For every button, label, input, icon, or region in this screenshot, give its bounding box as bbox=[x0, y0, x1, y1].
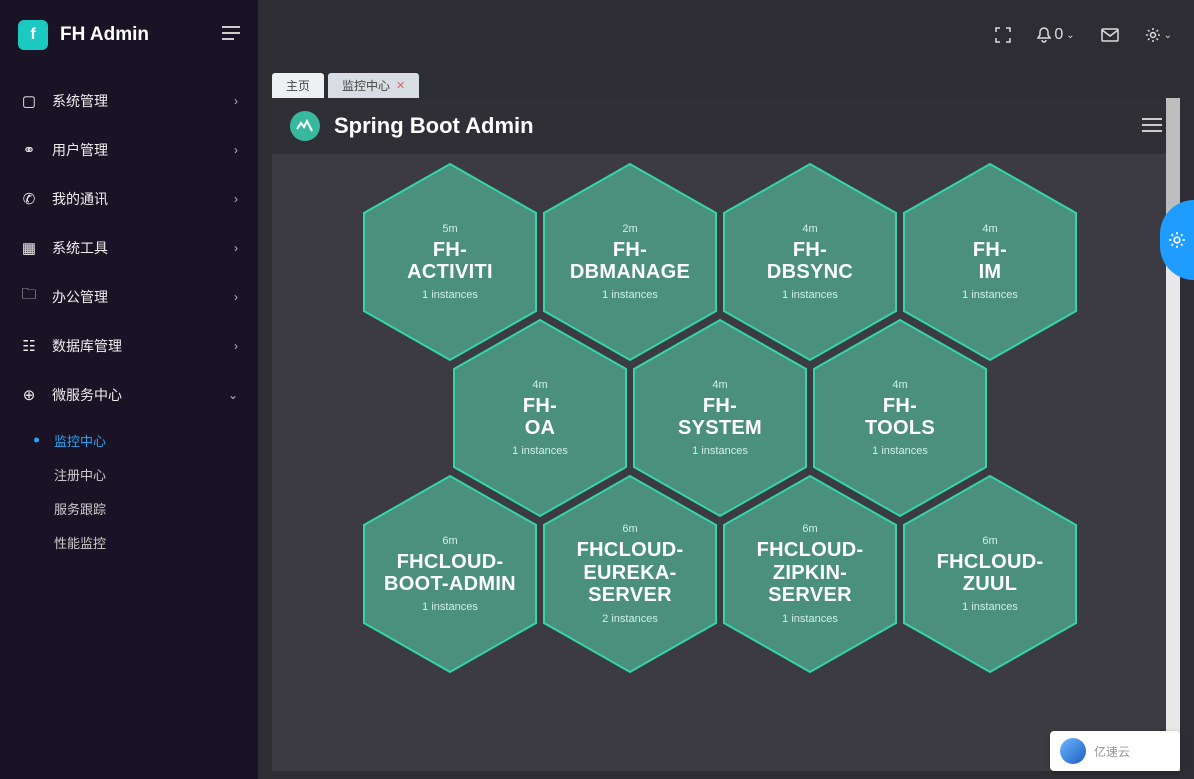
service-instances: 1 instances bbox=[872, 445, 928, 457]
sidebar-item-label: 我的通讯 bbox=[52, 189, 108, 209]
service-uptime: 6m bbox=[622, 523, 637, 535]
service-uptime: 6m bbox=[982, 535, 997, 547]
grid-icon: ▦ bbox=[20, 239, 38, 257]
chat-widget[interactable]: 亿速云 bbox=[1050, 731, 1180, 771]
sidebar: f FH Admin ▢ 系统管理 › ⚭ 用户管理 › ✆ 我的通讯 › ▦ … bbox=[0, 0, 258, 779]
chevron-right-icon: › bbox=[234, 339, 238, 353]
brand-title: FH Admin bbox=[60, 24, 149, 46]
service-uptime: 2m bbox=[622, 223, 637, 235]
mail-icon[interactable] bbox=[1101, 28, 1119, 42]
chat-brand-label: 亿速云 bbox=[1094, 743, 1130, 760]
scrollbar-track[interactable] bbox=[1166, 98, 1180, 771]
sidebar-item-system-manage[interactable]: ▢ 系统管理 › bbox=[0, 76, 258, 125]
service-instances: 1 instances bbox=[512, 445, 568, 457]
tab-home[interactable]: 主页 bbox=[272, 73, 324, 98]
sidebar-item-label: 微服务中心 bbox=[52, 385, 122, 405]
sidebar-item-database-manage[interactable]: ☷ 数据库管理 › bbox=[0, 321, 258, 370]
brand-logo-icon: f bbox=[18, 20, 48, 50]
sidebar-item-label: 数据库管理 bbox=[52, 336, 122, 356]
sidebar-sub-registry-center[interactable]: 注册中心 bbox=[0, 457, 258, 491]
hamburger-icon[interactable] bbox=[1142, 115, 1162, 138]
service-instances: 1 instances bbox=[602, 289, 658, 301]
service-name: FH-TOOLS bbox=[865, 395, 935, 440]
sidebar-item-office-manage[interactable]: 🗀 办公管理 › bbox=[0, 272, 258, 321]
settings-button[interactable]: ⌄ bbox=[1145, 27, 1172, 43]
fullscreen-icon[interactable] bbox=[995, 27, 1011, 43]
sidebar-item-system-tools[interactable]: ▦ 系统工具 › bbox=[0, 223, 258, 272]
sidebar-item-label: 系统工具 bbox=[52, 238, 108, 258]
sidebar-submenu: 监控中心 注册中心 服务跟踪 性能监控 bbox=[0, 419, 258, 565]
service-uptime: 4m bbox=[982, 223, 997, 235]
notifications-count: 0 bbox=[1054, 26, 1063, 44]
service-uptime: 5m bbox=[442, 223, 457, 235]
service-name: FH-ACTIVITI bbox=[407, 239, 493, 284]
phone-icon: ✆ bbox=[20, 190, 38, 208]
briefcase-icon: 🗀 bbox=[20, 284, 38, 309]
users-icon: ⚭ bbox=[20, 141, 38, 159]
service-name: FH-IM bbox=[973, 239, 1007, 284]
service-uptime: 4m bbox=[712, 379, 727, 391]
sidebar-collapse-icon[interactable] bbox=[222, 26, 240, 45]
sidebar-item-label: 用户管理 bbox=[52, 140, 108, 160]
service-instances: 1 instances bbox=[692, 445, 748, 457]
avatar-icon bbox=[1060, 738, 1086, 764]
service-instances: 1 instances bbox=[962, 289, 1018, 301]
topbar: 0 ⌄ ⌄ bbox=[258, 0, 1194, 70]
service-name: FH-DBMANAGE bbox=[570, 239, 690, 284]
service-name: FHCLOUD-ZUUL bbox=[937, 551, 1044, 596]
database-icon: ☷ bbox=[20, 337, 38, 355]
chevron-right-icon: › bbox=[234, 94, 238, 108]
service-uptime: 6m bbox=[442, 535, 457, 547]
service-hex[interactable]: 6m FHCLOUD-EUREKA-SERVER 2 instances bbox=[542, 474, 718, 674]
service-instances: 1 instances bbox=[962, 601, 1018, 613]
chevron-right-icon: › bbox=[234, 143, 238, 157]
monitor-icon: ▢ bbox=[20, 92, 38, 110]
service-name: FHCLOUD-EUREKA-SERVER bbox=[552, 539, 708, 606]
service-uptime: 4m bbox=[532, 379, 547, 391]
nav: ▢ 系统管理 › ⚭ 用户管理 › ✆ 我的通讯 › ▦ 系统工具 › 🗀 办公… bbox=[0, 70, 258, 565]
chevron-right-icon: › bbox=[234, 192, 238, 206]
service-name: FH-SYSTEM bbox=[678, 395, 762, 440]
chevron-down-icon: ⌄ bbox=[228, 388, 238, 402]
sidebar-item-microservice-center[interactable]: ⊕ 微服务中心 ⌄ bbox=[0, 370, 258, 419]
content-area: 主页 监控中心 ✕ Spring Boot Admin 5m FH-ACTIVIT… bbox=[258, 70, 1194, 779]
service-instances: 1 instances bbox=[422, 601, 478, 613]
sba-logo-icon bbox=[290, 111, 320, 141]
notifications-button[interactable]: 0 ⌄ bbox=[1037, 26, 1074, 44]
service-hex[interactable]: 6m FHCLOUD-ZUUL 1 instances bbox=[902, 474, 1078, 674]
service-name: FH-OA bbox=[523, 395, 557, 440]
spring-boot-admin-frame: Spring Boot Admin 5m FH-ACTIVITI 1 instanc… bbox=[272, 98, 1180, 771]
sidebar-item-label: 系统管理 bbox=[52, 91, 108, 111]
service-uptime: 4m bbox=[802, 223, 817, 235]
sidebar-sub-performance-monitor[interactable]: 性能监控 bbox=[0, 525, 258, 559]
chevron-down-icon: ⌄ bbox=[1164, 30, 1172, 41]
service-hex[interactable]: 6m FHCLOUD-ZIPKIN-SERVER 1 instances bbox=[722, 474, 898, 674]
service-hex-grid: 5m FH-ACTIVITI 1 instances 2m FH-DBMANAGE 1 i… bbox=[272, 154, 1180, 771]
service-uptime: 4m bbox=[892, 379, 907, 391]
sba-title: Spring Boot Admin bbox=[334, 113, 534, 139]
close-icon[interactable]: ✕ bbox=[396, 79, 405, 92]
sidebar-item-user-manage[interactable]: ⚭ 用户管理 › bbox=[0, 125, 258, 174]
chevron-right-icon: › bbox=[234, 290, 238, 304]
service-instances: 2 instances bbox=[602, 613, 658, 625]
tab-monitor-center[interactable]: 监控中心 ✕ bbox=[328, 73, 419, 98]
service-instances: 1 instances bbox=[782, 289, 838, 301]
sba-header: Spring Boot Admin bbox=[272, 98, 1180, 154]
service-hex[interactable]: 6m FHCLOUD-BOOT-ADMIN 1 instances bbox=[362, 474, 538, 674]
chevron-right-icon: › bbox=[234, 241, 238, 255]
globe-icon: ⊕ bbox=[20, 386, 38, 404]
service-uptime: 6m bbox=[802, 523, 817, 535]
service-name: FHCLOUD-ZIPKIN-SERVER bbox=[732, 539, 888, 606]
brand-bar: f FH Admin bbox=[0, 0, 258, 70]
chevron-down-icon: ⌄ bbox=[1066, 30, 1074, 41]
sidebar-item-label: 办公管理 bbox=[52, 287, 108, 307]
service-name: FH-DBSYNC bbox=[767, 239, 853, 284]
sidebar-sub-monitor-center[interactable]: 监控中心 bbox=[0, 423, 258, 457]
service-name: FHCLOUD-BOOT-ADMIN bbox=[384, 551, 516, 596]
service-instances: 1 instances bbox=[422, 289, 478, 301]
service-instances: 1 instances bbox=[782, 613, 838, 625]
tabs-bar: 主页 监控中心 ✕ bbox=[258, 70, 1194, 98]
sidebar-item-communication[interactable]: ✆ 我的通讯 › bbox=[0, 174, 258, 223]
sidebar-sub-service-tracking[interactable]: 服务跟踪 bbox=[0, 491, 258, 525]
